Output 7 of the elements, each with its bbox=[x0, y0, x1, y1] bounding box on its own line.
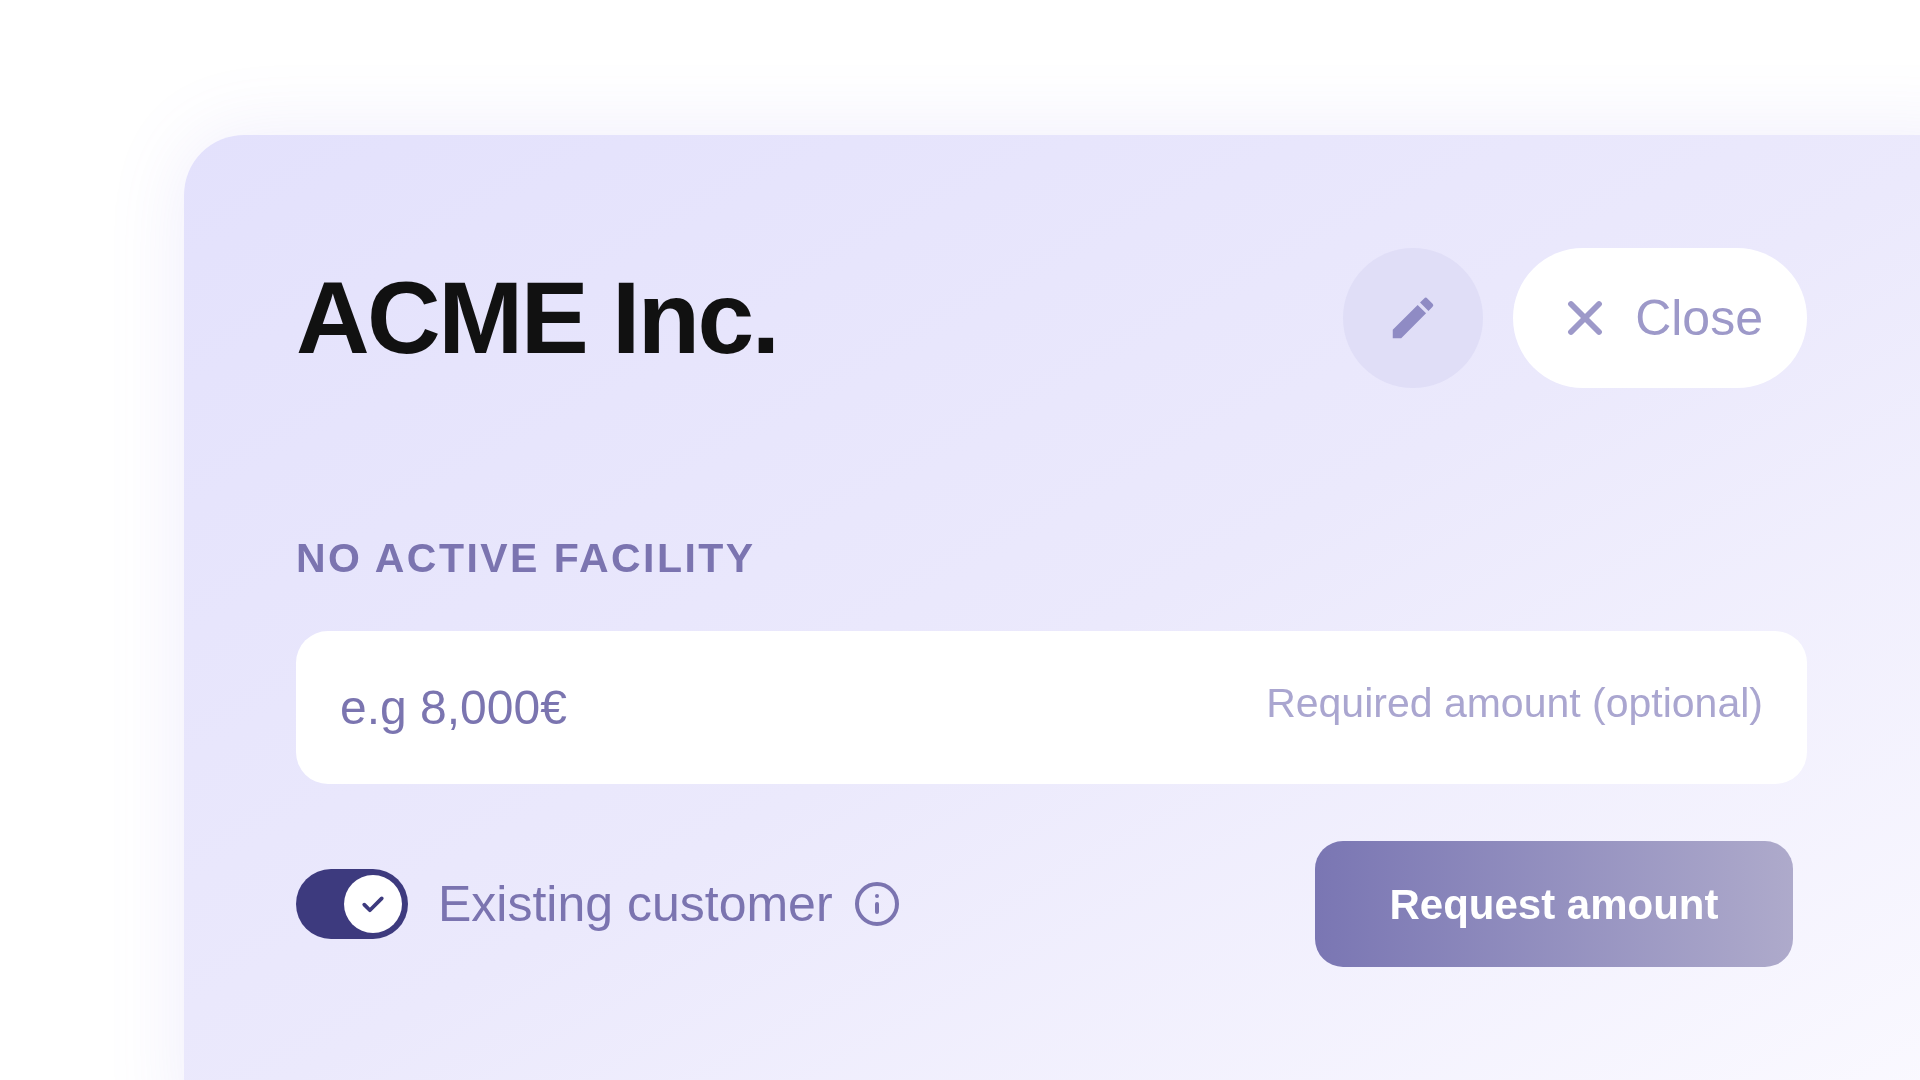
request-amount-button[interactable]: Request amount bbox=[1315, 841, 1793, 967]
field-hint: Required amount (optional) bbox=[1266, 683, 1763, 724]
facility-status: NO ACTIVE FACILITY bbox=[296, 538, 756, 579]
company-title: ACME Inc. bbox=[296, 267, 778, 369]
existing-customer-label: Existing customer bbox=[438, 879, 833, 929]
close-button[interactable]: Close bbox=[1513, 248, 1807, 388]
info-icon[interactable] bbox=[852, 880, 901, 928]
